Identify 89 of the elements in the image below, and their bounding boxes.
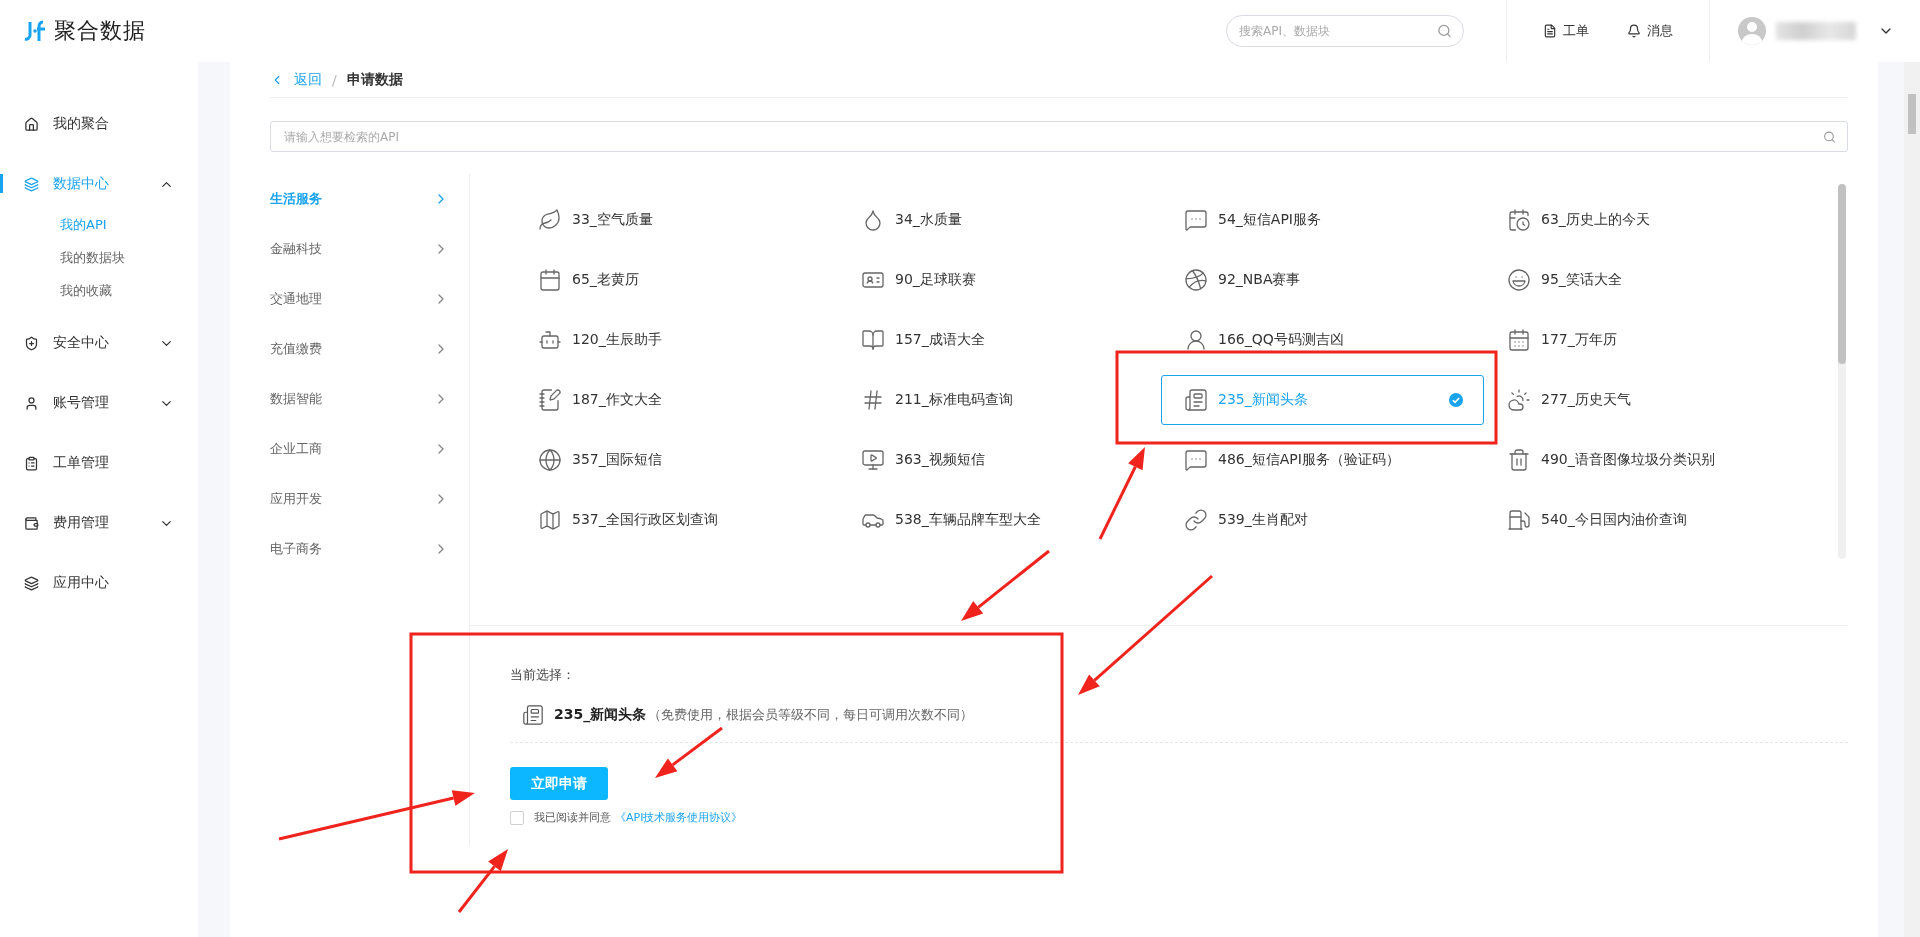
- agreement-text: 我已阅读并同意: [534, 810, 611, 825]
- header-link[interactable]: 消息: [1627, 22, 1673, 40]
- globe-icon: [538, 448, 562, 472]
- newspaper-icon: [1184, 388, 1208, 412]
- header-link[interactable]: 工单: [1543, 22, 1589, 40]
- person-icon: [1184, 328, 1208, 352]
- page-title: 申请数据: [346, 70, 403, 89]
- notebook-icon: [538, 388, 562, 412]
- api-card[interactable]: 63_历史上的今天: [1484, 195, 1807, 245]
- api-card[interactable]: 537_全国行政区划查询: [515, 495, 838, 545]
- arrow: [655, 726, 723, 778]
- breadcrumb-separator: /: [332, 71, 337, 88]
- shield-icon: [24, 335, 39, 351]
- calendar-icon: [1507, 328, 1531, 352]
- api-card[interactable]: 187_作文大全: [515, 375, 838, 425]
- video-icon: [861, 448, 885, 472]
- chat-icon: [1184, 208, 1208, 232]
- api-card[interactable]: 34_水质量: [838, 195, 1161, 245]
- document-icon: [1543, 24, 1557, 38]
- chat-icon: [1184, 448, 1208, 472]
- api-card[interactable]: 166_QQ号码测吉凶: [1161, 315, 1484, 365]
- ball-icon: [1184, 268, 1208, 292]
- selection-heading: 当前选择：: [510, 666, 576, 684]
- api-card[interactable]: 211_标准电码查询: [838, 375, 1161, 425]
- layers-icon: [24, 176, 39, 192]
- home-icon: [24, 116, 39, 132]
- api-card[interactable]: 33_空气质量: [515, 195, 838, 245]
- calendar-icon: [538, 268, 562, 292]
- layers-icon: [24, 575, 39, 591]
- api-search-field[interactable]: 请输入想要检索的API: [270, 121, 1848, 152]
- api-card[interactable]: 120_生辰助手: [515, 315, 838, 365]
- logo-text: 聚合数据: [54, 17, 146, 45]
- robot-icon: [538, 328, 562, 352]
- category-item[interactable]: 交通地理: [270, 274, 469, 324]
- search-icon: [1823, 130, 1836, 143]
- api-card[interactable]: 540_今日国内油价查询: [1484, 495, 1807, 545]
- selected-api-name: 235_新闻头条: [554, 706, 647, 724]
- wallet-icon: [24, 515, 39, 531]
- link-icon: [1184, 508, 1208, 532]
- laughing-face-icon: [1507, 268, 1531, 292]
- bell-icon: [1627, 24, 1641, 38]
- avatar[interactable]: [1738, 17, 1766, 45]
- category-item[interactable]: 金融科技: [270, 224, 469, 274]
- sidebar-item[interactable]: 安全中心: [0, 319, 198, 367]
- calendar-icon: [1507, 208, 1531, 232]
- usage-note: （免费使用，根据会员等级不同，每日可调用次数不同）: [648, 706, 974, 724]
- api-card[interactable]: 490_语音图像垃圾分类识别: [1484, 435, 1807, 485]
- api-card[interactable]: 363_视频短信: [838, 435, 1161, 485]
- fuel-icon: [1507, 508, 1531, 532]
- newspaper-icon: [522, 704, 544, 726]
- category-item[interactable]: 应用开发: [270, 474, 469, 524]
- api-card[interactable]: 95_笑话大全: [1484, 255, 1807, 305]
- arrow: [457, 849, 508, 913]
- api-card[interactable]: 90_足球联赛: [838, 255, 1161, 305]
- logo-icon: [24, 20, 46, 42]
- category-item[interactable]: 电子商务: [270, 524, 469, 574]
- check-icon: [1449, 393, 1463, 407]
- api-card[interactable]: 92_NBA赛事: [1161, 255, 1484, 305]
- api-card[interactable]: 157_成语大全: [838, 315, 1161, 365]
- sidebar-item[interactable]: 应用中心: [0, 559, 198, 607]
- sidebar-item[interactable]: 账号管理: [0, 379, 198, 427]
- search-icon: [1437, 23, 1452, 39]
- agreement-checkbox[interactable]: [510, 810, 524, 825]
- book-icon: [861, 328, 885, 352]
- sidebar-item[interactable]: 工单管理: [0, 439, 198, 487]
- api-card[interactable]: 177_万年历: [1484, 315, 1807, 365]
- api-card[interactable]: 277_历史天气: [1484, 375, 1807, 425]
- user-icon: [24, 395, 39, 411]
- search-field[interactable]: 搜索API、数据块: [1226, 15, 1464, 47]
- api-card[interactable]: 539_生肖配对: [1161, 495, 1484, 545]
- category-item[interactable]: 数据智能: [270, 374, 469, 424]
- api-card[interactable]: 65_老黄历: [515, 255, 838, 305]
- leaf-icon: [538, 208, 562, 232]
- clipboard-icon: [24, 455, 39, 471]
- api-card[interactable]: 486_短信API服务（验证码）: [1161, 435, 1484, 485]
- map-icon: [538, 508, 562, 532]
- api-card[interactable]: 54_短信API服务: [1161, 195, 1484, 245]
- sidebar-subitem[interactable]: 我的数据块: [0, 241, 198, 274]
- sidebar-item[interactable]: 费用管理: [0, 499, 198, 547]
- trash-icon: [1507, 448, 1531, 472]
- api-card[interactable]: 538_车辆品牌车型大全: [838, 495, 1161, 545]
- scrollbar[interactable]: [1838, 184, 1846, 559]
- sidebar-subitem[interactable]: 我的收藏: [0, 274, 198, 307]
- category-item[interactable]: 充值缴费: [270, 324, 469, 374]
- api-card[interactable]: 357_国际短信: [515, 435, 838, 485]
- page-scrollbar[interactable]: [1904, 62, 1920, 937]
- sidebar-item[interactable]: 我的聚合: [0, 100, 198, 148]
- category-item[interactable]: 企业工商: [270, 424, 469, 474]
- weather-icon: [1507, 388, 1531, 412]
